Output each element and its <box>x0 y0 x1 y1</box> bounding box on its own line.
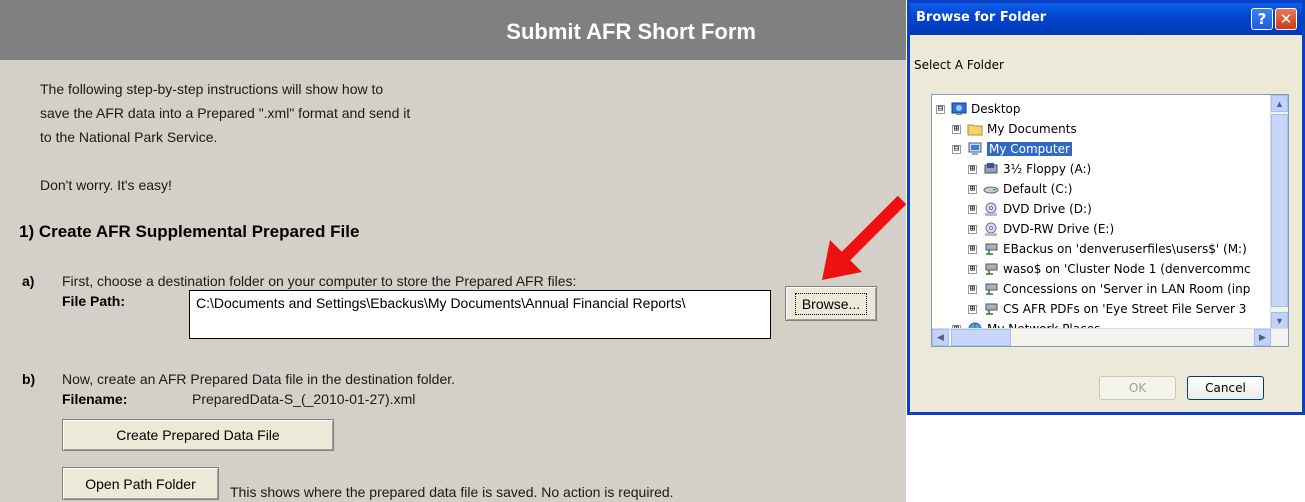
expand-icon[interactable]: ⊞ <box>952 124 961 134</box>
tree-item-label: EBackus on 'denveruserfiles\users$' (M:) <box>1003 242 1247 256</box>
close-button[interactable]: ✕ <box>1275 8 1297 30</box>
tree-item-label: DVD Drive (D:) <box>1003 202 1092 216</box>
dialog-prompt: Select A Folder <box>914 58 1004 72</box>
computer-icon <box>968 142 982 155</box>
folder-tree[interactable]: ⊟ Desktop ⊞ My Documents ⊟ My Computer ⊞… <box>931 94 1289 347</box>
tree-item-floppy[interactable]: ⊞ 3½ Floppy (A:) <box>968 159 1091 179</box>
open-path-folder-button[interactable]: Open Path Folder <box>62 467 219 500</box>
horizontal-scrollbar[interactable]: ◀ ▶ <box>932 328 1288 346</box>
step-a-letter: a) <box>22 273 35 289</box>
intro-line-3: to the National Park Service. <box>40 129 218 145</box>
create-prepared-file-button[interactable]: Create Prepared Data File <box>62 419 334 451</box>
section-title: 1) Create AFR Supplemental Prepared File <box>19 222 360 241</box>
tree-item-label: Concessions on 'Server in LAN Room (inp <box>1003 282 1251 296</box>
expand-icon[interactable]: ⊞ <box>968 244 977 254</box>
vertical-scroll-thumb[interactable] <box>1271 114 1288 307</box>
dialog-titlebar[interactable]: Browse for Folder ? ✕ <box>910 3 1302 35</box>
tree-item-label: DVD-RW Drive (E:) <box>1003 222 1115 236</box>
scroll-right-icon[interactable]: ▶ <box>1254 329 1271 346</box>
tree-item-network-drive-cs-afr[interactable]: ⊞ CS AFR PDFs on 'Eye Street File Server… <box>968 299 1246 319</box>
expand-icon[interactable]: ⊞ <box>968 164 977 174</box>
dialog-title: Browse for Folder <box>916 10 1047 25</box>
tree-item-label: 3½ Floppy (A:) <box>1003 162 1092 176</box>
tree-item-label: waso$ on 'Cluster Node 1 (denvercommc <box>1003 262 1251 276</box>
step-b-letter: b) <box>22 371 36 387</box>
tree-item-label: Desktop <box>971 102 1021 116</box>
form-title: Submit AFR Short Form <box>506 19 756 44</box>
help-button[interactable]: ? <box>1251 8 1273 30</box>
expand-icon[interactable]: ⊞ <box>968 284 977 294</box>
tree-item-dvd-rw-drive[interactable]: ⊞ DVD-RW Drive (E:) <box>968 219 1114 239</box>
ok-button[interactable]: OK <box>1099 376 1176 400</box>
form-header: Submit AFR Short Form <box>0 0 906 60</box>
network-drive-icon <box>985 283 998 295</box>
tree-item-network-drive-waso[interactable]: ⊞ waso$ on 'Cluster Node 1 (denvercommc <box>968 259 1251 279</box>
folder-icon <box>967 124 983 136</box>
tree-item-label: My Documents <box>987 122 1077 136</box>
tree-item-label: CS AFR PDFs on 'Eye Street File Server 3 <box>1003 302 1247 316</box>
intro-line-2: save the AFR data into a Prepared ".xml"… <box>40 105 411 121</box>
expand-icon[interactable]: ⊞ <box>968 204 977 214</box>
tree-item-network-drive-m[interactable]: ⊞ EBackus on 'denveruserfiles\users$' (M… <box>968 239 1247 259</box>
scroll-up-icon[interactable]: ▲ <box>1271 95 1288 112</box>
expand-icon[interactable]: ⊞ <box>968 264 977 274</box>
network-drive-icon <box>985 303 998 315</box>
scroll-left-icon[interactable]: ◀ <box>932 329 949 346</box>
collapse-icon[interactable]: ⊟ <box>936 104 945 114</box>
reassure-text: Don't worry. It's easy! <box>40 177 172 193</box>
filename-value: PreparedData-S_(_2010-01-27).xml <box>192 391 416 407</box>
tree-item-dvd-drive[interactable]: ⊞ DVD Drive (D:) <box>968 199 1092 219</box>
red-arrow-annotation <box>822 196 907 280</box>
collapse-icon[interactable]: ⊟ <box>952 144 961 154</box>
browse-button-label: Browse... <box>794 292 868 315</box>
tree-item-my-computer[interactable]: ⊟ My Computer <box>952 139 1072 159</box>
tree-item-c-drive[interactable]: ⊞ Default (C:) <box>968 179 1072 199</box>
network-drive-icon <box>985 243 998 255</box>
desktop-icon <box>951 102 967 115</box>
step-b-text: Now, create an AFR Prepared Data file in… <box>62 371 456 387</box>
tree-item-my-documents[interactable]: ⊞ My Documents <box>952 119 1077 139</box>
floppy-drive-icon <box>984 163 998 174</box>
vertical-scrollbar[interactable]: ▲ ▼ <box>1270 95 1288 329</box>
step-a-text: First, choose a destination folder on yo… <box>62 273 577 289</box>
file-path-field[interactable]: C:\Documents and Settings\Ebackus\My Doc… <box>189 290 771 339</box>
scroll-down-icon[interactable]: ▼ <box>1271 312 1288 329</box>
tree-item-network-drive-concessions[interactable]: ⊞ Concessions on 'Server in LAN Room (in… <box>968 279 1250 299</box>
expand-icon[interactable]: ⊞ <box>968 224 977 234</box>
horizontal-scroll-thumb[interactable] <box>951 329 1011 346</box>
filename-label: Filename: <box>62 391 128 407</box>
browse-button[interactable]: Browse... <box>785 286 877 321</box>
dvd-drive-icon <box>985 202 997 216</box>
dvd-rw-drive-icon <box>985 222 997 236</box>
tree-item-label: Default (C:) <box>1003 182 1073 196</box>
expand-icon[interactable]: ⊞ <box>968 184 977 194</box>
afr-form: Submit AFR Short Form The following step… <box>0 0 907 502</box>
network-drive-icon <box>985 263 998 275</box>
browse-folder-dialog: Browse for Folder ? ✕ Select A Folder ⊟ … <box>907 0 1305 415</box>
tree-item-desktop[interactable]: ⊟ Desktop <box>936 99 1021 119</box>
hard-drive-icon <box>983 186 999 194</box>
open-path-note: This shows where the prepared data file … <box>230 484 674 500</box>
tree-item-label: My Computer <box>987 142 1072 156</box>
file-path-label: File Path: <box>62 293 126 309</box>
cancel-button[interactable]: Cancel <box>1187 376 1264 400</box>
intro-line-1: The following step-by-step instructions … <box>40 81 384 97</box>
expand-icon[interactable]: ⊞ <box>968 304 977 314</box>
